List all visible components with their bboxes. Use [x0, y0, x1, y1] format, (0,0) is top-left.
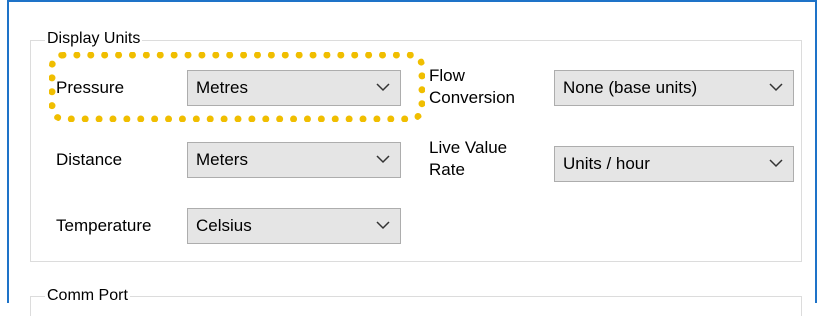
distance-dropdown[interactable]: Meters: [187, 142, 401, 178]
live-value-rate-value: Units / hour: [563, 154, 650, 173]
distance-value: Meters: [196, 150, 248, 169]
chevron-down-icon: [376, 83, 390, 92]
chevron-down-icon: [376, 155, 390, 164]
chevron-down-icon: [769, 83, 783, 92]
temperature-label: Temperature: [56, 216, 152, 235]
live-value-rate-label-line2: Rate: [429, 160, 465, 179]
display-units-legend: Display Units: [45, 30, 143, 48]
pressure-value: Metres: [196, 78, 248, 97]
live-value-rate-label-line1: Live Value: [429, 138, 508, 157]
flow-conversion-value: None (base units): [563, 78, 698, 97]
temperature-dropdown[interactable]: Celsius: [187, 208, 401, 244]
flow-conversion-dropdown[interactable]: None (base units): [554, 70, 794, 106]
comm-port-legend: Comm Port: [45, 287, 130, 305]
flow-conversion-label-line1: Flow: [429, 66, 465, 85]
comm-port-group: [30, 296, 802, 316]
temperature-value: Celsius: [196, 216, 252, 235]
flow-conversion-label-line2: Conversion: [429, 88, 515, 107]
pressure-dropdown[interactable]: Metres: [187, 70, 401, 106]
pressure-label: Pressure: [56, 78, 125, 97]
settings-dialog: Display Units Pressure Metres Distance M…: [7, 0, 817, 316]
live-value-rate-dropdown[interactable]: Units / hour: [554, 146, 794, 182]
distance-label: Distance: [56, 150, 123, 169]
chevron-down-icon: [769, 159, 783, 168]
chevron-down-icon: [376, 221, 390, 230]
